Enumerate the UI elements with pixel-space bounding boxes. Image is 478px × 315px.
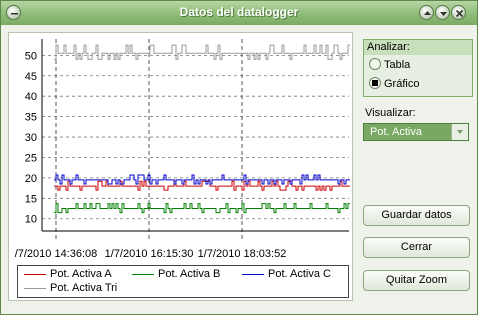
radio-chart[interactable]: Gráfico [369, 77, 419, 92]
y-tick-label: 20 [25, 173, 37, 185]
legend-item-a: Pot. Activa A [24, 268, 112, 281]
y-tick-label: 25 [25, 152, 37, 164]
datalogger-window: Datos del datalogger 10 15 20 25 30 35 40 45 50 /… [0, 0, 478, 315]
y-tick-label: 45 [25, 71, 37, 83]
visualize-select-value: Pot. Activa [370, 126, 422, 138]
chart-legend: Pot. Activa A Pot. Activa B Pot. Activa … [17, 265, 349, 298]
series-line-0 [54, 180, 350, 191]
title-bar[interactable]: Datos del datalogger [1, 1, 477, 25]
legend-item-b: Pot. Activa B [132, 268, 220, 281]
radio-chart-icon[interactable] [369, 77, 381, 89]
save-data-label: Guardar datos [381, 209, 452, 221]
legend-label-c: Pot. Activa C [268, 268, 331, 280]
window-title: Datos del datalogger [179, 5, 299, 19]
legend-label-a: Pot. Activa A [50, 268, 112, 280]
legend-swatch-tri [24, 287, 46, 289]
analyze-group: Analizar: Tabla Gráfico [363, 39, 473, 97]
legend-swatch-c [242, 273, 264, 275]
chart-area[interactable]: 10 15 20 25 30 35 40 45 50/7/2010 14:36:08 1/7/20… [8, 32, 353, 301]
radio-chart-label: Gráfico [384, 78, 420, 90]
line-chart[interactable]: 10 15 20 25 30 35 40 45 50/7/2010 14:36:08 1/7/20… [9, 33, 352, 300]
radio-table-icon[interactable] [369, 58, 381, 70]
legend-swatch-a [24, 273, 46, 275]
chevron-down-icon[interactable] [451, 124, 468, 140]
reset-zoom-button[interactable]: Quitar Zoom [363, 270, 470, 291]
x-tick-label: /7/2010 14:36:08 [15, 248, 98, 260]
legend-item-tri: Pot. Activa Tri [24, 282, 117, 295]
visualize-select[interactable]: Pot. Activa [363, 123, 469, 141]
x-tick-label: 1/7/2010 16:15:30 [105, 248, 194, 260]
scroll-up-icon[interactable] [419, 5, 434, 20]
series-line-3 [54, 44, 350, 60]
scroll-down-icon[interactable] [435, 5, 450, 20]
y-tick-label: 10 [25, 214, 37, 226]
y-tick-label: 40 [25, 91, 37, 103]
y-tick-label: 35 [25, 112, 37, 124]
visualize-label: Visualizar: [365, 107, 416, 119]
legend-label-b: Pot. Activa B [158, 268, 221, 280]
save-data-button[interactable]: Guardar datos [363, 205, 470, 226]
close-label: Cerrar [400, 241, 433, 253]
series-line-1 [54, 203, 350, 214]
radio-table[interactable]: Tabla [369, 58, 410, 73]
legend-label-tri: Pot. Activa Tri [50, 282, 118, 294]
reset-zoom-label: Quitar Zoom [385, 274, 448, 286]
close-button[interactable]: Cerrar [363, 237, 470, 258]
y-tick-label: 50 [25, 50, 37, 62]
legend-swatch-b [132, 273, 154, 275]
radio-table-label: Tabla [384, 59, 411, 71]
y-tick-label: 30 [25, 132, 37, 144]
analyze-title: Analizar: [364, 40, 472, 55]
x-tick-label: 1/7/2010 18:03:52 [198, 248, 287, 260]
close-icon[interactable] [451, 5, 466, 20]
legend-item-c: Pot. Activa C [242, 268, 331, 281]
y-tick-label: 15 [25, 193, 37, 205]
